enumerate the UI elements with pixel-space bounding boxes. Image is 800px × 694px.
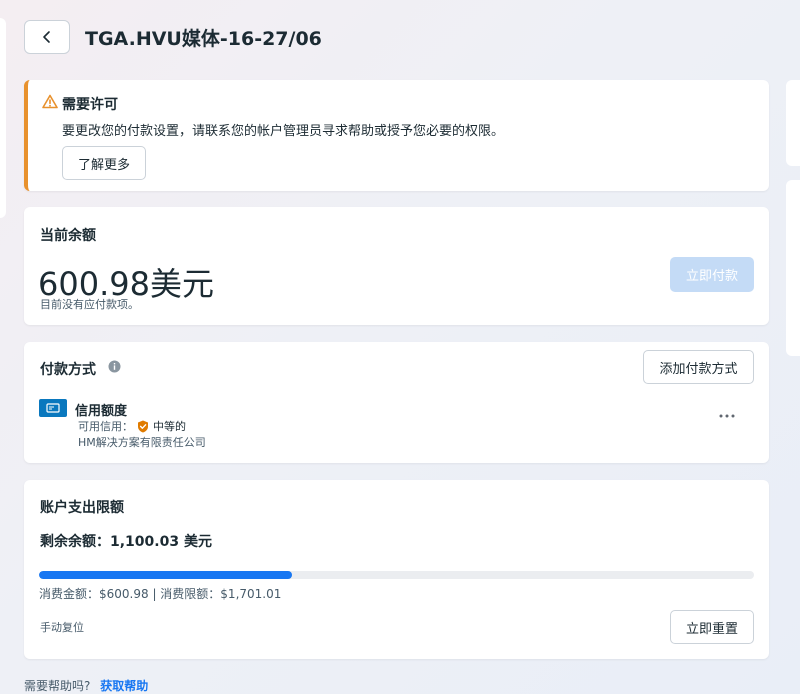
warning-icon	[42, 94, 58, 109]
available-credit-label: 可用信用：	[78, 420, 133, 433]
balance-note: 目前没有应付款项。	[40, 298, 139, 311]
chevron-left-icon	[43, 31, 50, 43]
current-balance-card: 当前余额 600.98美元 目前没有应付款项。 立即付款	[24, 207, 769, 325]
spending-limit-card: 账户支出限额 剩余余额：1,100.03 美元 消费金额：$600.98 | 消…	[24, 480, 769, 659]
info-icon[interactable]	[108, 360, 121, 373]
right-panel-card	[786, 80, 800, 166]
balance-title: 当前余额	[40, 228, 96, 244]
company-name: HM解决方案有限责任公司	[78, 436, 206, 449]
manual-reset-label: 手动复位	[40, 621, 84, 634]
back-button[interactable]	[24, 20, 70, 54]
reset-now-button[interactable]: 立即重置	[670, 610, 754, 644]
left-panel-edge	[0, 18, 6, 218]
learn-more-button[interactable]: 了解更多	[62, 146, 146, 180]
help-question: 需要帮助吗?	[24, 679, 91, 693]
get-help-link[interactable]: 获取帮助	[100, 679, 148, 693]
warning-title: 需要许可	[62, 97, 118, 113]
available-credit-level: 中等的	[153, 420, 186, 433]
remaining-balance: 剩余余额：1,100.03 美元	[40, 534, 212, 550]
available-credit: 可用信用： 中等的	[78, 418, 186, 434]
add-payment-method-button[interactable]: 添加付款方式	[643, 350, 754, 384]
spend-summary: 消费金额：$600.98 | 消费限额：$1,701.01	[39, 587, 282, 601]
pay-now-button[interactable]: 立即付款	[670, 257, 754, 292]
spending-progress-bar	[39, 571, 754, 579]
page-header: TGA.HVU媒体-16-27/06	[24, 20, 322, 54]
right-panel-card	[786, 180, 800, 356]
spending-limit-title: 账户支出限额	[40, 500, 124, 516]
shield-check-icon	[138, 420, 148, 432]
payment-method-card: 付款方式 添加付款方式 信用额度 可用信用： 中等的 HM解决方案有限责任公司	[24, 342, 769, 463]
permission-warning-card: 需要许可 要更改您的付款设置，请联系您的帐户管理员寻求帮助或授予您必要的权限。 …	[24, 80, 769, 191]
payment-method-name: 信用额度	[75, 404, 128, 419]
more-options-icon[interactable]	[719, 414, 735, 418]
credit-card-icon	[39, 399, 67, 417]
help-footer: 需要帮助吗? 获取帮助	[24, 677, 148, 694]
warning-message: 要更改您的付款设置，请联系您的帐户管理员寻求帮助或授予您必要的权限。	[62, 124, 505, 139]
spending-progress-fill	[39, 571, 292, 579]
payment-method-title: 付款方式	[40, 362, 96, 378]
page-title: TGA.HVU媒体-16-27/06	[85, 27, 322, 50]
